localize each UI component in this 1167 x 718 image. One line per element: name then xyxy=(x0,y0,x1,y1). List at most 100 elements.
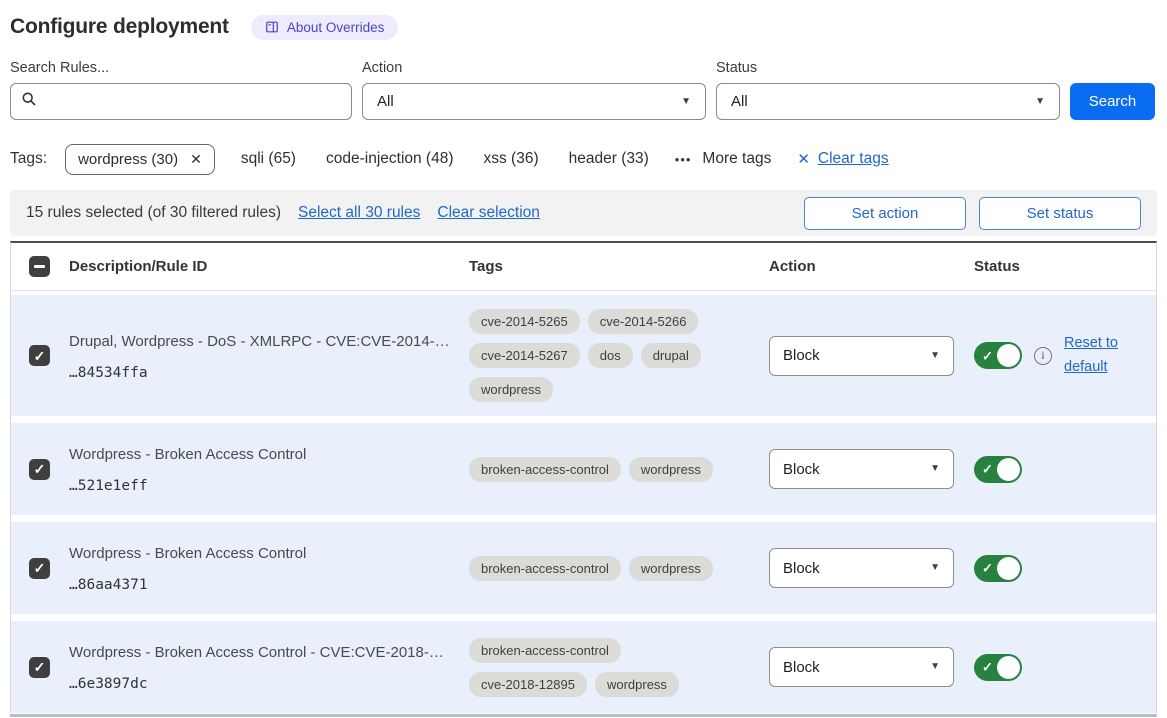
col-tags: Tags xyxy=(469,258,769,275)
rule-action-select[interactable]: Block ▼ xyxy=(769,647,954,687)
rule-status-cell: ✓ xyxy=(974,456,1144,483)
row-checkbox[interactable]: ✓ xyxy=(29,345,50,366)
selected-tag-label: wordpress (30) xyxy=(78,151,178,168)
toggle-knob xyxy=(997,344,1020,367)
next-row-edge xyxy=(10,714,1157,717)
rule-tag: wordpress xyxy=(469,377,553,402)
tag-filter-option[interactable]: code-injection (48) xyxy=(326,150,454,168)
rule-tags-cell: broken-access-control wordpress xyxy=(469,457,741,482)
rule-description-cell: Wordpress - Broken Access Control …86aa4… xyxy=(69,543,469,593)
col-description: Description/Rule ID xyxy=(69,258,469,275)
remove-tag-icon[interactable]: ✕ xyxy=(190,152,202,166)
rule-description: Wordpress - Broken Access Control - CVE:… xyxy=(69,642,455,663)
clear-tags-button[interactable]: ✕ Clear tags xyxy=(797,150,888,168)
rule-tag: cve-2014-5265 xyxy=(469,309,580,334)
rule-action-select[interactable]: Block ▼ xyxy=(769,449,954,489)
rule-action-cell: Block ▼ xyxy=(769,647,974,687)
chevron-down-icon: ▼ xyxy=(930,464,940,474)
table-row: ✓ Wordpress - Broken Access Control …86a… xyxy=(11,522,1156,614)
indeterminate-icon xyxy=(34,265,45,268)
search-rules-label: Search Rules... xyxy=(10,58,352,78)
action-filter-value: All xyxy=(377,93,394,110)
toggle-knob xyxy=(997,458,1020,481)
selected-tag-wordpress[interactable]: wordpress (30) ✕ xyxy=(65,144,215,175)
table-row: ✓ Drupal, Wordpress - DoS - XMLRPC - CVE… xyxy=(11,295,1156,416)
rule-enabled-toggle[interactable]: ✓ xyxy=(974,342,1022,369)
tag-filter-option[interactable]: header (33) xyxy=(569,150,649,168)
col-status: Status xyxy=(974,258,1144,275)
chevron-down-icon: ▼ xyxy=(930,351,940,361)
set-action-button[interactable]: Set action xyxy=(804,197,966,230)
rule-id: …86aa4371 xyxy=(69,577,455,593)
rule-action-value: Block xyxy=(783,659,820,676)
status-filter-select[interactable]: All ▼ xyxy=(716,83,1060,120)
status-filter-label: Status xyxy=(716,58,1060,78)
rule-tags-cell: cve-2014-5265cve-2014-5266cve-2014-5267d… xyxy=(469,309,741,402)
rule-action-value: Block xyxy=(783,461,820,478)
check-icon: ✓ xyxy=(982,562,993,575)
rule-tag: wordpress xyxy=(629,556,713,581)
more-tags-button[interactable]: ••• More tags xyxy=(675,150,772,168)
search-button[interactable]: Search xyxy=(1070,83,1155,120)
selection-bar: 15 rules selected (of 30 filtered rules)… xyxy=(10,190,1157,236)
rule-id: …521e1eff xyxy=(69,478,455,494)
check-icon: ✓ xyxy=(34,349,46,363)
rule-description-cell: Wordpress - Broken Access Control - CVE:… xyxy=(69,642,469,692)
page-title: Configure deployment xyxy=(10,15,229,39)
page-header: Configure deployment About Overrides xyxy=(10,12,1157,42)
check-icon: ✓ xyxy=(982,463,993,476)
rule-action-value: Block xyxy=(783,347,820,364)
rule-enabled-toggle[interactable]: ✓ xyxy=(974,456,1022,483)
rule-action-select[interactable]: Block ▼ xyxy=(769,336,954,376)
rule-description-cell: Wordpress - Broken Access Control …521e1… xyxy=(69,444,469,494)
rule-action-value: Block xyxy=(783,560,820,577)
rule-status-cell: ✓ i Reset to default xyxy=(974,332,1144,378)
filter-bar: Search Rules... Action All ▼ Status xyxy=(10,58,1157,120)
more-tags-label: More tags xyxy=(702,150,771,168)
select-all-link[interactable]: Select all 30 rules xyxy=(298,204,420,222)
clear-selection-link[interactable]: Clear selection xyxy=(437,204,540,222)
rule-id: …84534ffa xyxy=(69,365,455,381)
rule-status-cell: ✓ xyxy=(974,654,1144,681)
chevron-down-icon: ▼ xyxy=(681,97,691,107)
check-icon: ✓ xyxy=(34,561,46,575)
search-input[interactable] xyxy=(45,93,341,110)
status-filter-value: All xyxy=(731,93,748,110)
selection-summary: 15 rules selected (of 30 filtered rules) xyxy=(26,204,281,222)
row-checkbox[interactable]: ✓ xyxy=(29,459,50,480)
about-overrides-badge[interactable]: About Overrides xyxy=(251,15,399,40)
search-icon xyxy=(21,91,37,112)
rule-enabled-toggle[interactable]: ✓ xyxy=(974,654,1022,681)
rule-tag: dos xyxy=(588,343,633,368)
rule-description-cell: Drupal, Wordpress - DoS - XMLRPC - CVE:C… xyxy=(69,331,469,381)
reset-to-default-link[interactable]: Reset to default xyxy=(1064,332,1128,378)
row-checkbox[interactable]: ✓ xyxy=(29,657,50,678)
page: Configure deployment About Overrides Sea… xyxy=(0,0,1167,717)
about-overrides-label: About Overrides xyxy=(287,20,385,35)
rule-action-select[interactable]: Block ▼ xyxy=(769,548,954,588)
tag-filter-option[interactable]: sqli (65) xyxy=(241,150,296,168)
rule-tag: broken-access-control xyxy=(469,556,621,581)
search-input-box xyxy=(10,83,352,120)
check-icon: ✓ xyxy=(34,660,46,674)
rule-tags-cell: broken-access-controlcve-2018-12895wordp… xyxy=(469,638,741,697)
set-status-button[interactable]: Set status xyxy=(979,197,1141,230)
chevron-down-icon: ▼ xyxy=(930,662,940,672)
rule-tag: broken-access-control xyxy=(469,457,621,482)
tags-bar: Tags: wordpress (30) ✕ sqli (65)code-inj… xyxy=(10,142,1157,176)
tag-filter-option[interactable]: xss (36) xyxy=(484,150,539,168)
rule-enabled-toggle[interactable]: ✓ xyxy=(974,555,1022,582)
check-icon: ✓ xyxy=(982,349,993,362)
chevron-down-icon: ▼ xyxy=(930,563,940,573)
tag-filter-list: sqli (65) code-injection (48) xss (36) head… xyxy=(241,150,649,168)
action-filter-select[interactable]: All ▼ xyxy=(362,83,706,120)
rule-tag: wordpress xyxy=(595,672,679,697)
check-icon: ✓ xyxy=(982,661,993,674)
rule-action-cell: Block ▼ xyxy=(769,548,974,588)
select-all-checkbox[interactable] xyxy=(29,256,50,277)
row-checkbox[interactable]: ✓ xyxy=(29,558,50,579)
rule-tag: wordpress xyxy=(629,457,713,482)
info-icon[interactable]: i xyxy=(1034,347,1052,365)
rule-tag: cve-2014-5266 xyxy=(588,309,699,334)
clear-tags-label: Clear tags xyxy=(818,150,889,168)
